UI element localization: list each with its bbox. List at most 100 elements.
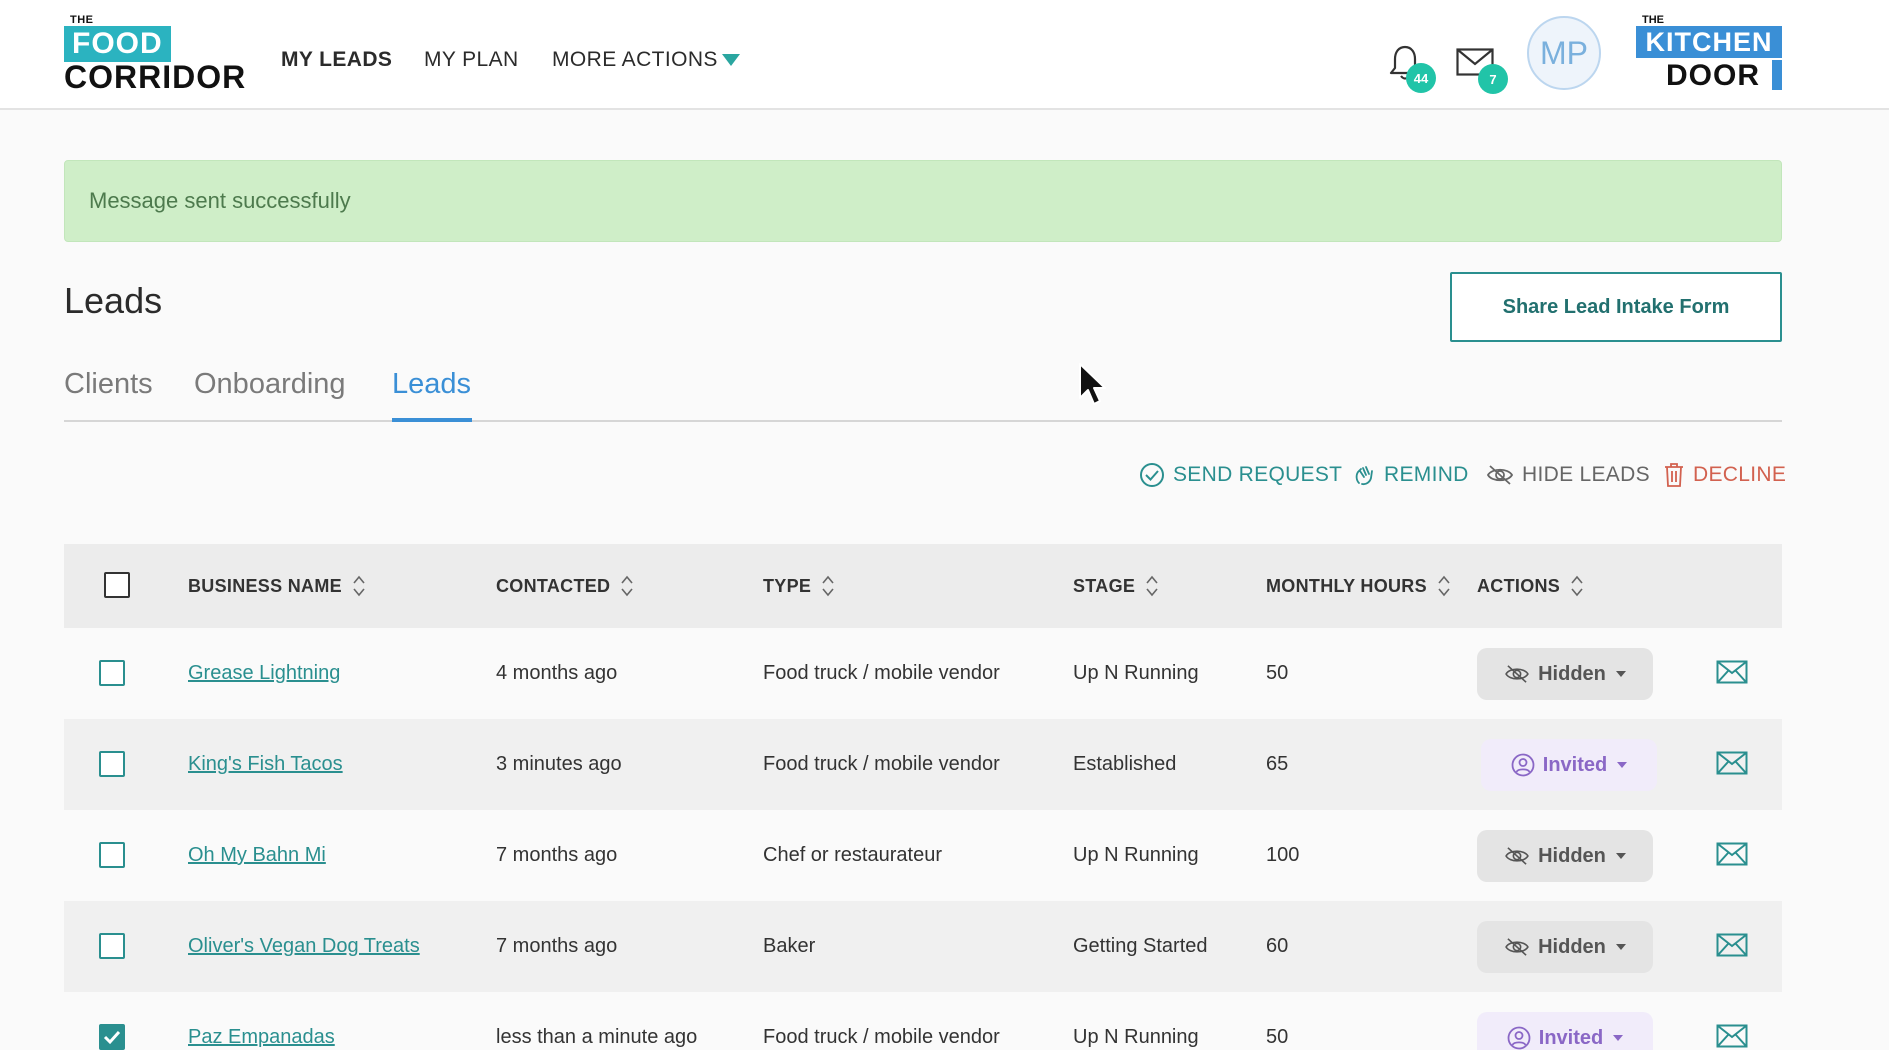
active-tab-indicator [392, 418, 472, 422]
remind-button[interactable]: REMIND [1352, 462, 1469, 488]
stage-cell: Up N Running [1073, 844, 1199, 866]
monthly-hours-cell: 100 [1266, 844, 1300, 866]
leads-table: BUSINESS NAME CONTACTED TYPE STAGE MONTH… [64, 544, 1782, 1050]
nav-more-actions[interactable]: MORE ACTIONS [552, 48, 718, 72]
contacted-cell: 7 months ago [496, 935, 618, 957]
chevron-down-icon [1615, 671, 1626, 677]
row-checkbox-checked[interactable] [99, 1024, 125, 1050]
decline-button[interactable]: DECLINE [1663, 462, 1786, 488]
more-actions-chevron-down-icon[interactable] [722, 54, 740, 66]
sort-icon [353, 575, 365, 597]
type-cell: Food truck / mobile vendor [763, 1026, 1000, 1048]
sort-icon [1146, 575, 1158, 597]
eye-slash-icon [1505, 847, 1529, 865]
user-circle-icon [1511, 753, 1535, 777]
table-header: BUSINESS NAME CONTACTED TYPE STAGE MONTH… [64, 544, 1782, 628]
tab-onboarding[interactable]: Onboarding [194, 368, 346, 401]
envelope-icon[interactable] [1716, 933, 1748, 957]
tab-leads[interactable]: Leads [392, 368, 471, 401]
status-dropdown[interactable]: Hidden [1477, 921, 1653, 973]
kitchen-door-logo[interactable]: THE KITCHEN DOOR [1636, 14, 1784, 92]
envelope-icon[interactable] [1716, 1024, 1748, 1048]
stage-cell: Up N Running [1073, 1026, 1199, 1048]
status-label: Hidden [1538, 662, 1606, 685]
stage-cell: Established [1073, 753, 1177, 775]
monthly-hours-cell: 50 [1266, 1026, 1289, 1048]
row-checkbox[interactable] [99, 660, 125, 686]
nav-my-leads[interactable]: MY LEADS [281, 48, 392, 72]
status-label: Hidden [1538, 935, 1606, 958]
chevron-down-icon [1615, 944, 1626, 950]
status-dropdown[interactable]: Invited [1481, 739, 1657, 791]
status-dropdown[interactable]: Hidden [1477, 830, 1653, 882]
logo2-accent-bar [1772, 60, 1782, 90]
logo-the: THE [70, 14, 94, 26]
monthly-hours-cell: 60 [1266, 935, 1289, 957]
sort-icon [822, 575, 834, 597]
envelope-icon[interactable] [1716, 751, 1748, 775]
table-row: Oliver's Vegan Dog Treats 7 months ago B… [64, 901, 1782, 992]
tab-clients[interactable]: Clients [64, 368, 153, 401]
contacted-cell: less than a minute ago [496, 1026, 698, 1048]
envelope-icon[interactable] [1716, 842, 1748, 866]
waving-hand-icon [1355, 466, 1373, 486]
sort-icon [1571, 575, 1583, 597]
column-type[interactable]: TYPE [763, 544, 835, 628]
page-title: Leads [64, 280, 163, 321]
nav-my-plan[interactable]: MY PLAN [424, 48, 519, 72]
business-name-link[interactable]: Paz Empanadas [188, 1026, 335, 1049]
status-dropdown[interactable]: Hidden [1477, 648, 1653, 700]
messages-badge: 7 [1478, 64, 1508, 94]
column-actions-label: ACTIONS [1477, 575, 1561, 596]
user-avatar[interactable]: MP [1527, 16, 1601, 90]
envelope-icon[interactable] [1716, 660, 1748, 684]
notifications-badge: 44 [1406, 63, 1436, 93]
share-lead-intake-form-button[interactable]: Share Lead Intake Form [1450, 272, 1782, 342]
send-request-button[interactable]: SEND REQUEST [1139, 462, 1342, 488]
logo2-the: THE [1642, 14, 1664, 26]
row-checkbox[interactable] [99, 933, 125, 959]
business-name-link[interactable]: Oliver's Vegan Dog Treats [188, 935, 420, 958]
business-name-link[interactable]: Grease Lightning [188, 662, 340, 685]
send-request-label: SEND REQUEST [1173, 463, 1343, 486]
sort-icon [621, 575, 633, 597]
status-label: Invited [1538, 1026, 1604, 1049]
tabs-divider [64, 420, 1782, 422]
logo-corridor: CORRIDOR [64, 59, 247, 95]
trash-icon [1665, 463, 1683, 487]
status-label: Invited [1542, 753, 1608, 776]
hide-leads-button[interactable]: HIDE LEADS [1486, 462, 1650, 488]
remind-label: REMIND [1384, 463, 1469, 486]
contacted-cell: 3 minutes ago [496, 753, 622, 775]
column-monthly-hours-label: MONTHLY HOURS [1266, 575, 1427, 596]
eye-slash-icon [1486, 465, 1514, 485]
row-checkbox[interactable] [99, 751, 125, 777]
logo2-door: DOOR [1666, 59, 1760, 92]
column-stage[interactable]: STAGE [1073, 544, 1159, 628]
chevron-down-icon [1615, 853, 1626, 859]
messages-button[interactable]: 7 [1456, 48, 1508, 94]
type-cell: Food truck / mobile vendor [763, 662, 1000, 684]
column-actions[interactable]: ACTIONS [1477, 544, 1584, 628]
column-stage-label: STAGE [1073, 575, 1136, 596]
notifications-button[interactable]: 44 [1388, 44, 1436, 93]
column-business-name[interactable]: BUSINESS NAME [188, 544, 366, 628]
monthly-hours-cell: 65 [1266, 753, 1289, 775]
business-name-link[interactable]: Oh My Bahn Mi [188, 844, 326, 867]
checkmark-icon [103, 1030, 121, 1045]
select-all-checkbox[interactable] [104, 572, 130, 598]
type-cell: Food truck / mobile vendor [763, 753, 1000, 775]
column-business-name-label: BUSINESS NAME [188, 575, 342, 596]
business-name-link[interactable]: King's Fish Tacos [188, 753, 343, 776]
table-row: Oh My Bahn Mi 7 months ago Chef or resta… [64, 810, 1782, 901]
status-dropdown[interactable]: Invited [1477, 1012, 1653, 1050]
chevron-down-icon [1613, 1035, 1624, 1041]
type-cell: Baker [763, 935, 816, 957]
contacted-cell: 4 months ago [496, 662, 618, 684]
user-circle-icon [1507, 1026, 1531, 1050]
column-monthly-hours[interactable]: MONTHLY HOURS [1266, 544, 1451, 628]
type-cell: Chef or restaurateur [763, 844, 942, 866]
column-contacted[interactable]: CONTACTED [496, 544, 634, 628]
row-checkbox[interactable] [99, 842, 125, 868]
food-corridor-logo[interactable]: THE FOOD CORRIDOR [64, 14, 245, 94]
